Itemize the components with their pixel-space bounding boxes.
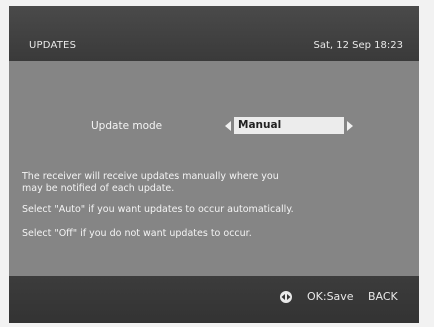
header-bar: UPDATES Sat, 12 Sep 18:23 bbox=[9, 6, 419, 61]
page-title: UPDATES bbox=[29, 40, 77, 51]
back-button[interactable]: BACK bbox=[368, 290, 398, 303]
tv-screen: UPDATES Sat, 12 Sep 18:23 Update mode Ma… bbox=[9, 6, 419, 323]
footer-bar: OK:Save BACK bbox=[9, 276, 419, 323]
update-mode-selector[interactable]: Manual bbox=[225, 117, 355, 135]
ok-save-hint[interactable]: OK:Save bbox=[307, 290, 354, 303]
left-right-arrows-icon bbox=[280, 291, 292, 303]
description-line-3: Select "Auto" if you want updates to occ… bbox=[22, 204, 294, 215]
content-area: Update mode Manual The receiver will rec… bbox=[9, 61, 419, 276]
description-line-4: Select "Off" if you do not want updates … bbox=[22, 228, 252, 239]
datetime: Sat, 12 Sep 18:23 bbox=[313, 40, 403, 51]
update-mode-value-box[interactable]: Manual bbox=[234, 117, 344, 134]
description-line-1: The receiver will receive updates manual… bbox=[22, 171, 279, 182]
left-arrow-icon[interactable] bbox=[225, 121, 231, 131]
right-arrow-icon[interactable] bbox=[347, 121, 353, 131]
description-line-2: may be notified of each update. bbox=[22, 183, 175, 194]
update-mode-label: Update mode bbox=[91, 120, 163, 132]
update-mode-value: Manual bbox=[238, 119, 282, 131]
